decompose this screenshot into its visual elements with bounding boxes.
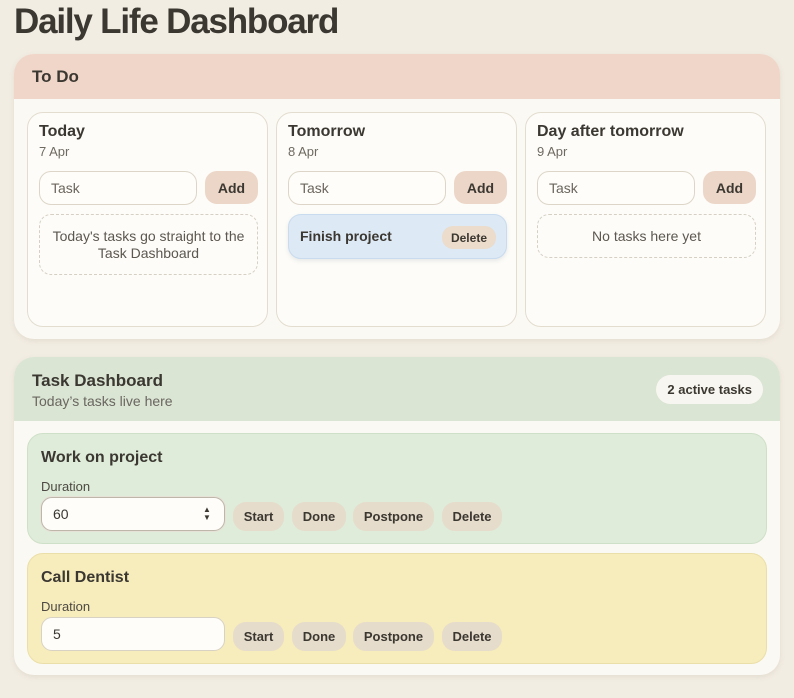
dashboard-task-title: Call Dentist (41, 569, 130, 586)
task-card-title: Finish project (300, 228, 392, 244)
duration-input[interactable] (41, 617, 225, 651)
duration-input[interactable] (41, 497, 225, 531)
start-button[interactable]: Start (233, 622, 284, 651)
stepper-arrows-icon[interactable]: ▲ ▼ (201, 506, 213, 522)
day-column-tomorrow: Tomorrow 8 Apr Add Finish project Delete (276, 112, 517, 327)
task-input[interactable] (537, 171, 695, 205)
postpone-button[interactable]: Postpone (353, 502, 434, 531)
dashboard-header: Task Dashboard Today’s tasks live here 2… (14, 357, 780, 421)
todo-header: To Do (14, 54, 780, 99)
task-dashboard-panel: Task Dashboard Today’s tasks live here 2… (14, 357, 780, 675)
day-name: Tomorrow (288, 123, 366, 140)
dashboard-task-card: Call Dentist Duration Start Done Postpon… (27, 553, 767, 664)
delete-task-button[interactable]: Delete (441, 226, 496, 249)
dashboard-task-title: Work on project (41, 449, 163, 466)
postpone-button[interactable]: Postpone (353, 622, 434, 651)
day-name: Day after tomorrow (537, 123, 684, 140)
start-button[interactable]: Start (233, 502, 284, 531)
page-title: Daily Life Dashboard (14, 2, 339, 41)
dashboard-task-card: Work on project Duration ▲▼ Start Done P… (27, 433, 767, 544)
day-name: Today (39, 123, 85, 140)
delete-button[interactable]: Delete (442, 502, 502, 531)
empty-state-note: Today's tasks go straight to the Task Da… (39, 214, 258, 275)
task-card: Finish project Delete (288, 214, 507, 259)
day-column-today: Today 7 Apr Add Today's tasks go straigh… (27, 112, 268, 327)
task-input[interactable] (39, 171, 197, 205)
task-input[interactable] (288, 171, 446, 205)
dashboard-subtitle: Today’s tasks live here (32, 393, 173, 409)
empty-state-note: No tasks here yet (537, 214, 756, 258)
day-date: 8 Apr (288, 144, 319, 159)
add-task-button[interactable]: Add (205, 171, 258, 204)
active-tasks-badge: 2 active tasks (656, 375, 763, 404)
day-date: 9 Apr (537, 144, 568, 159)
todo-panel: To Do Today 7 Apr Add Today's tasks go s… (14, 54, 780, 339)
duration-label: Duration (41, 479, 91, 494)
duration-label: Duration (41, 599, 91, 614)
delete-button[interactable]: Delete (442, 622, 502, 651)
todo-title: To Do (32, 67, 79, 86)
add-task-button[interactable]: Add (454, 171, 507, 204)
done-button[interactable]: Done (292, 622, 346, 651)
day-column-day-after-tomorrow: Day after tomorrow 9 Apr Add No tasks he… (525, 112, 766, 327)
day-date: 7 Apr (39, 144, 70, 159)
dashboard-title: Task Dashboard (32, 371, 164, 390)
done-button[interactable]: Done (292, 502, 346, 531)
add-task-button[interactable]: Add (703, 171, 756, 204)
